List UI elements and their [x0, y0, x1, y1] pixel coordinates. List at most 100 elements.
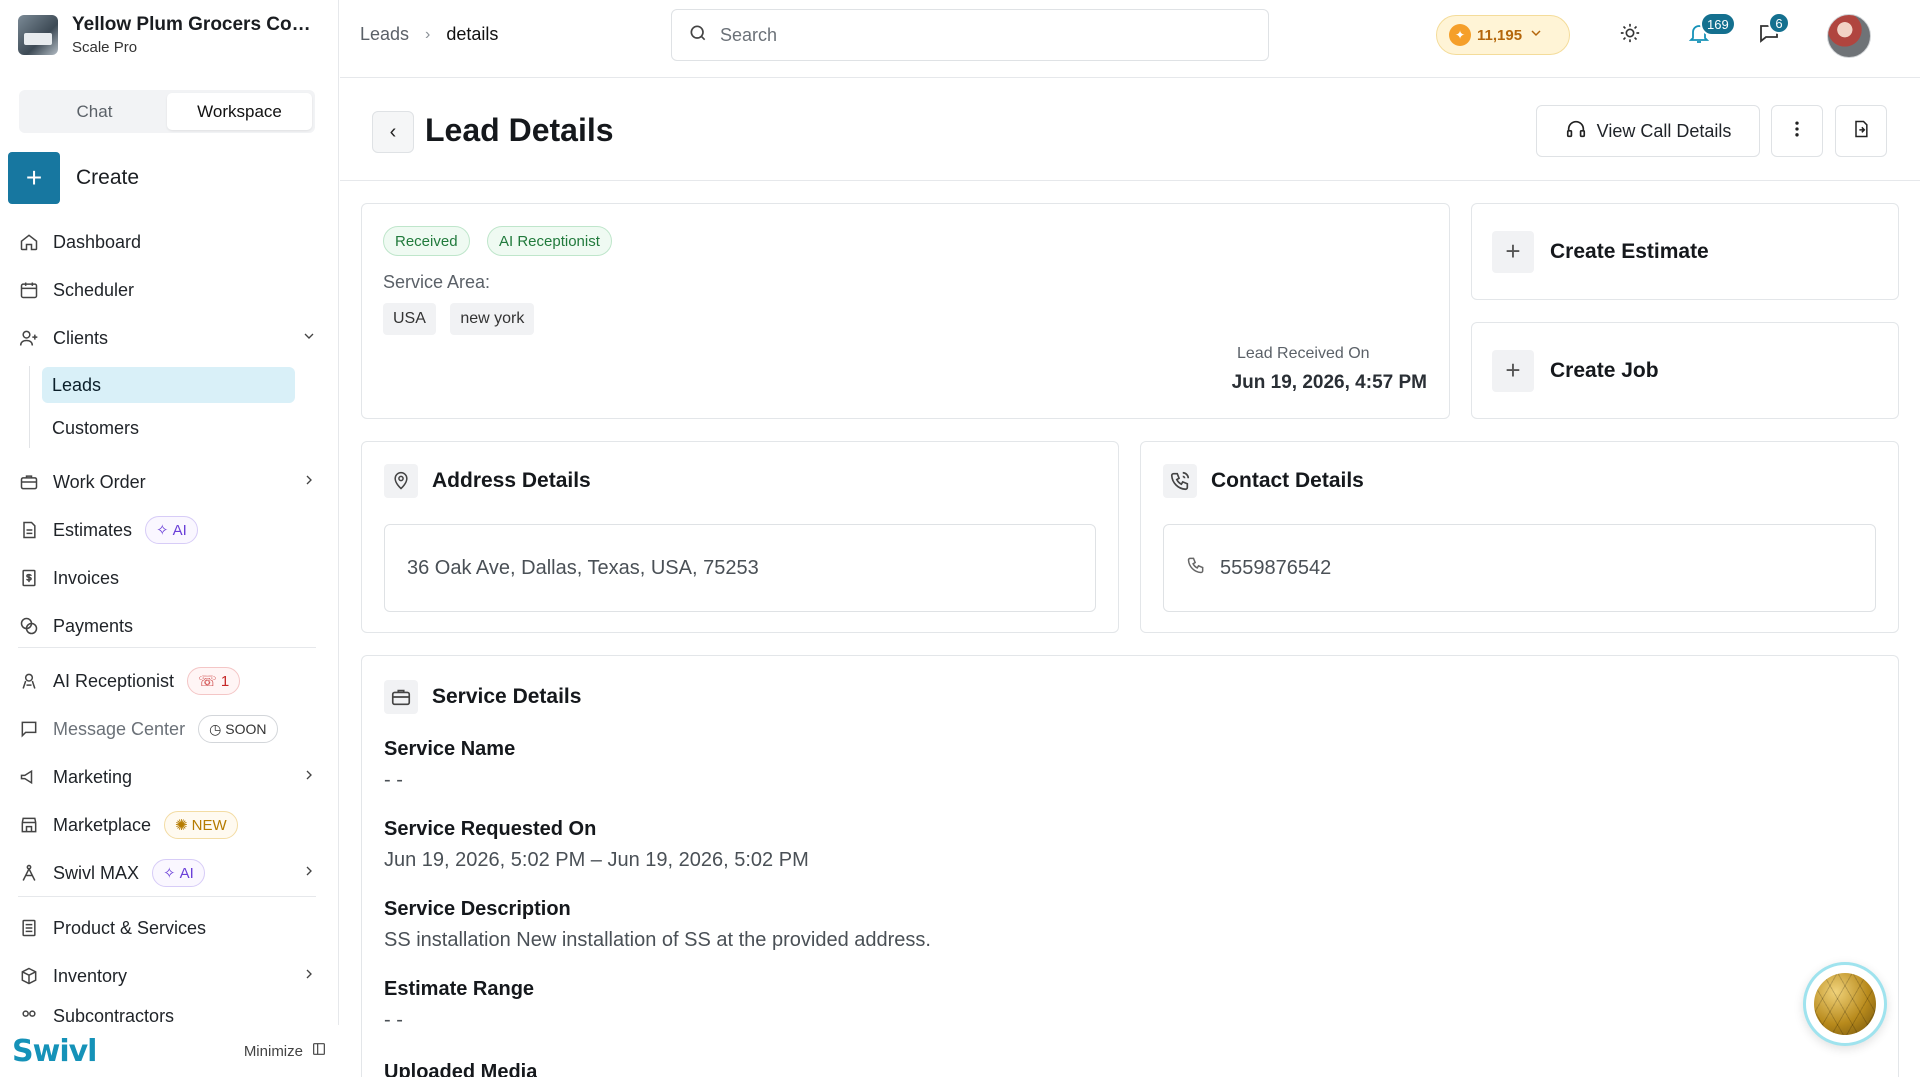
create-job-label: Create Job [1550, 358, 1659, 382]
service-name-value: - - [384, 769, 403, 791]
create-estimate-label: Create Estimate [1550, 239, 1709, 263]
address-details-title: Address Details [432, 469, 591, 492]
chevron-right-icon: › [425, 25, 431, 43]
address-field: 36 Oak Ave, Dallas, Texas, USA, 75253 [384, 524, 1096, 612]
chevron-right-icon [301, 767, 317, 788]
sidebar-item-label: Product & Services [53, 917, 207, 938]
minimize-label: Minimize [243, 1042, 303, 1060]
create-button[interactable]: + Create [8, 152, 139, 204]
sidebar-subitem-leads[interactable]: Leads [42, 367, 295, 403]
messages-button[interactable]: 6 [1754, 12, 1790, 50]
briefcase-icon [18, 471, 40, 493]
ai-badge: ✧ AI [152, 859, 205, 887]
theme-toggle-button[interactable] [1615, 20, 1645, 50]
sidebar-item-payments[interactable]: Payments [18, 608, 317, 644]
create-estimate-button[interactable]: + Create Estimate [1471, 203, 1899, 300]
contact-details-card: Contact Details 5559876542 [1140, 441, 1899, 633]
sidebar-divider [18, 647, 316, 648]
service-area-chip: new york [450, 303, 535, 335]
sidebar-item-label: Clients [53, 327, 109, 348]
phone-value[interactable]: 5559876542 [1220, 557, 1331, 580]
chevron-left-icon: ‹ [389, 120, 397, 143]
submenu-guide [29, 366, 30, 448]
badge-text: AI [172, 521, 187, 539]
briefcase-icon [384, 680, 418, 714]
sidebar-collapse-icon [311, 1041, 327, 1061]
missed-call-badge: ☏ 1 [187, 667, 241, 695]
service-requested-label: Service Requested On [384, 818, 597, 840]
badge-text: NEW [191, 816, 227, 834]
badge-text: SOON [225, 721, 267, 737]
sidebar-item-label: Estimates [53, 519, 133, 540]
phone-field: 5559876542 [1163, 524, 1876, 612]
mode-workspace[interactable]: Workspace [167, 93, 312, 130]
org-plan: Scale Pro [72, 39, 138, 56]
service-area-chip: USA [383, 303, 436, 335]
chevron-right-icon [301, 472, 317, 493]
sidebar-item-label: Marketing [53, 766, 133, 787]
service-description-label: Service Description [384, 898, 571, 920]
mode-chat[interactable]: Chat [22, 93, 167, 130]
sparkle-icon: ✺ [175, 817, 188, 834]
sidebar-item-work-order[interactable]: Work Order [18, 464, 317, 500]
avatar[interactable] [1827, 14, 1871, 58]
new-badge: ✺ NEW [164, 811, 238, 839]
view-call-details-button[interactable]: View Call Details [1536, 105, 1760, 157]
more-options-button[interactable] [1771, 105, 1823, 157]
sidebar-item-ai-receptionist[interactable]: AI Receptionist ☏ 1 [18, 663, 317, 699]
sidebar-item-label: AI Receptionist [53, 670, 175, 691]
badge-text: 1 [220, 672, 230, 690]
sidebar-item-swivl-max[interactable]: Swivl MAX ✧ AI [18, 855, 317, 891]
clock-icon: ◷ [209, 720, 222, 737]
app-root: Yellow Plum Grocers Com... Scale Pro Cha… [0, 0, 1920, 1077]
user-plus-icon [18, 327, 40, 349]
search-input[interactable] [720, 24, 1240, 46]
assistant-fab[interactable] [1803, 962, 1887, 1046]
map-pin-icon [384, 464, 418, 498]
sidebar-item-message-center[interactable]: Message Center ◷ SOON [18, 711, 317, 747]
search-bar [671, 9, 1269, 61]
status-badge: Received [383, 226, 470, 256]
org-logo [18, 15, 58, 55]
phone-missed-icon: ☏ [198, 673, 217, 690]
receptionist-icon [18, 670, 40, 692]
breadcrumb-leads[interactable]: Leads [360, 24, 409, 45]
home-icon [18, 231, 40, 253]
estimate-range-label: Estimate Range [384, 978, 535, 1000]
minimize-button[interactable]: Minimize [244, 1041, 327, 1061]
sidebar-item-marketplace[interactable]: Marketplace ✺ NEW [18, 807, 317, 843]
plus-icon: + [8, 152, 60, 204]
sidebar-divider [18, 896, 316, 897]
notifications-button[interactable]: 169 [1684, 12, 1736, 50]
back-button[interactable]: ‹ [372, 111, 414, 153]
page-title: Lead Details [425, 112, 614, 148]
sidebar-item-clients[interactable]: Clients [18, 320, 317, 356]
headset-icon [1565, 118, 1587, 145]
sidebar-item-dashboard[interactable]: Dashboard [18, 224, 317, 260]
sidebar-item-label: Scheduler [53, 279, 135, 300]
credits-dropdown[interactable]: ✦ 11,195 [1436, 15, 1570, 55]
service-requested-value: Jun 19, 2026, 5:02 PM – Jun 19, 2026, 5:… [384, 849, 809, 871]
sidebar-subitem-customers[interactable]: Customers [42, 410, 295, 446]
coin-icon: ✦ [1449, 24, 1471, 46]
sidebar-item-invoices[interactable]: Invoices [18, 560, 317, 596]
assistant-orb-icon [1814, 973, 1876, 1035]
sidebar-item-marketing[interactable]: Marketing [18, 759, 317, 795]
address-value: 36 Oak Ave, Dallas, Texas, USA, 75253 [407, 556, 759, 579]
service-details-header: Service Details [384, 680, 581, 714]
create-job-button[interactable]: + Create Job [1471, 322, 1899, 419]
uploaded-media-label: Uploaded Media [384, 1061, 538, 1077]
sidebar-item-estimates[interactable]: Estimates ✧ AI [18, 512, 317, 548]
export-button[interactable] [1835, 105, 1887, 157]
contact-details-header: Contact Details [1163, 464, 1364, 498]
sidebar-item-label: Inventory [53, 965, 128, 986]
sidebar-item-inventory[interactable]: Inventory [18, 958, 317, 994]
main-content: ‹ Lead Details View Call Details Receive… [340, 79, 1920, 1077]
contact-details-title: Contact Details [1211, 469, 1364, 492]
sidebar-item-label: Invoices [53, 567, 120, 588]
view-call-details-label: View Call Details [1596, 120, 1732, 141]
org-switcher[interactable]: Yellow Plum Grocers Com... Scale Pro [18, 14, 322, 56]
sidebar-item-scheduler[interactable]: Scheduler [18, 272, 317, 308]
service-description-value: SS installation New installation of SS a… [384, 929, 931, 951]
sidebar-item-product-services[interactable]: Product & Services [18, 910, 317, 946]
